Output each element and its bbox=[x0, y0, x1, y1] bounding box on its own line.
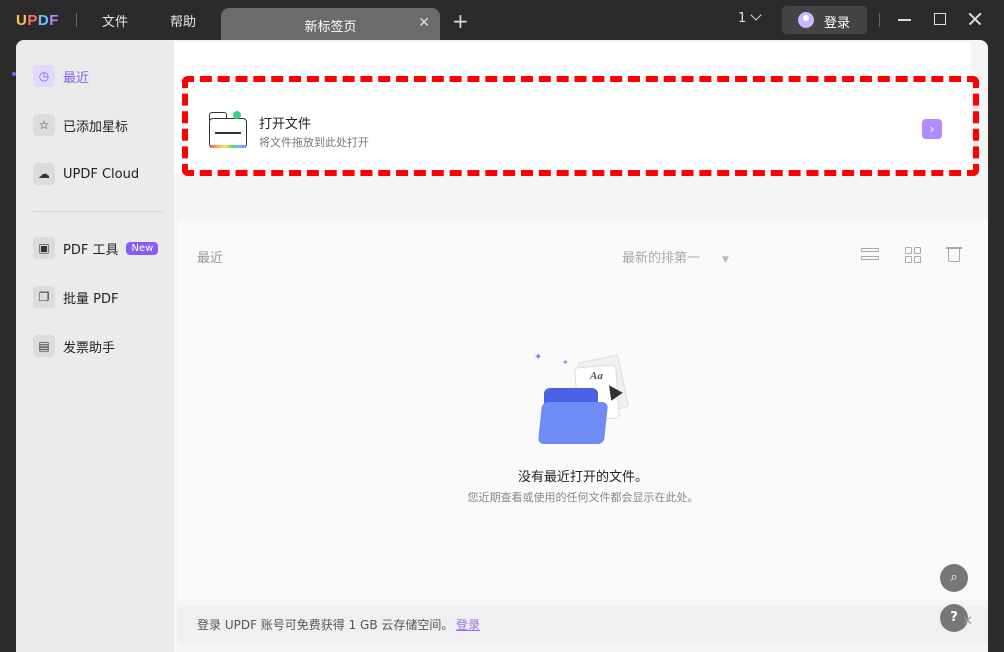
folder-icon bbox=[209, 111, 249, 150]
sidebar-item-label: PDF 工具 bbox=[63, 242, 119, 258]
sidebar-item-label: 发票助手 bbox=[63, 340, 116, 356]
sidebar-item-label: 已添加星标 bbox=[63, 119, 129, 135]
close-icon[interactable]: ✕ bbox=[418, 15, 430, 31]
tab-new[interactable]: 新标签页 ✕ bbox=[221, 8, 440, 40]
empty-title: 没有最近打开的文件。 bbox=[517, 470, 648, 485]
invoice-icon: ▤ bbox=[33, 335, 55, 357]
banner-text: 登录 UPDF 账号可免费获得 1 GB 云存储空间。 bbox=[197, 618, 454, 632]
avatar-icon bbox=[798, 12, 814, 28]
chevron-down-icon bbox=[750, 9, 762, 21]
page-selector[interactable]: 1 bbox=[738, 9, 762, 26]
new-tab-icon[interactable]: + bbox=[452, 9, 469, 33]
sidebar-item-label: 最近 bbox=[63, 70, 90, 86]
title-bar: UPDF 文件 帮助 新标签页 ✕ + 1 登录 bbox=[0, 0, 1004, 40]
sidebar-item-pdf-tools[interactable]: ▣ PDF 工具 New bbox=[33, 234, 163, 262]
toolbox-icon: ▣ bbox=[33, 237, 55, 259]
sidebar-item-label: 批量 PDF bbox=[63, 291, 119, 307]
open-file-arrow-button[interactable]: › bbox=[922, 119, 942, 139]
new-badge: New bbox=[126, 241, 159, 255]
updf-logo: UPDF bbox=[16, 12, 59, 29]
chevron-down-icon: ▼ bbox=[722, 255, 729, 265]
sidebar-item-batch[interactable]: ❐ 批量 PDF bbox=[33, 283, 163, 311]
list-view-icon[interactable] bbox=[861, 246, 879, 264]
recent-label: 最近 bbox=[197, 251, 224, 266]
empty-folder-illustration: ✦ ✦ Aa bbox=[530, 352, 640, 452]
maximize-icon[interactable] bbox=[931, 10, 949, 28]
login-label: 登录 bbox=[824, 16, 851, 31]
banner-login-link[interactable]: 登录 bbox=[456, 616, 480, 633]
window-close-icon[interactable] bbox=[966, 10, 984, 28]
active-indicator bbox=[12, 72, 16, 76]
minimize-icon[interactable] bbox=[896, 10, 914, 28]
menu-help[interactable]: 帮助 bbox=[170, 11, 196, 30]
sort-label: 最新的排第一 bbox=[622, 251, 701, 266]
clock-icon: ◷ bbox=[33, 65, 55, 87]
divider bbox=[879, 13, 880, 27]
sidebar-item-label: UPDF Cloud bbox=[63, 166, 140, 182]
open-file-subtitle: 将文件拖放到此处打开 bbox=[259, 136, 369, 149]
search-icon[interactable]: ⌕ bbox=[940, 564, 968, 592]
sidebar-item-cloud[interactable]: ☁ UPDF Cloud bbox=[33, 160, 163, 188]
batch-icon: ❐ bbox=[33, 286, 55, 308]
login-button[interactable]: 登录 bbox=[782, 6, 867, 34]
trash-icon[interactable] bbox=[945, 245, 963, 263]
divider bbox=[33, 211, 163, 212]
sidebar-item-recent[interactable]: ◷ 最近 bbox=[33, 62, 163, 90]
sidebar-item-invoice[interactable]: ▤ 发票助手 bbox=[33, 332, 163, 360]
sidebar-item-starred[interactable]: ☆ 已添加星标 bbox=[33, 111, 163, 139]
open-file-title: 打开文件 bbox=[259, 117, 312, 132]
sort-dropdown[interactable]: 最新的排第一 ▼ bbox=[622, 247, 729, 266]
tab-title: 新标签页 bbox=[304, 20, 357, 35]
page-count: 1 bbox=[738, 11, 747, 26]
star-icon: ☆ bbox=[33, 114, 55, 136]
divider bbox=[76, 13, 77, 27]
close-icon[interactable]: ✕ bbox=[962, 614, 973, 629]
sidebar: ◷ 最近 ☆ 已添加星标 ☁ UPDF Cloud ▣ PDF 工具 New ❐ 批量 PD… bbox=[16, 40, 174, 652]
cloud-icon: ☁ bbox=[33, 163, 55, 185]
menu-file[interactable]: 文件 bbox=[102, 11, 128, 30]
grid-view-icon[interactable] bbox=[904, 246, 922, 264]
empty-subtitle: 您近期查看或使用的任何文件都会显示在此处。 bbox=[467, 491, 699, 504]
